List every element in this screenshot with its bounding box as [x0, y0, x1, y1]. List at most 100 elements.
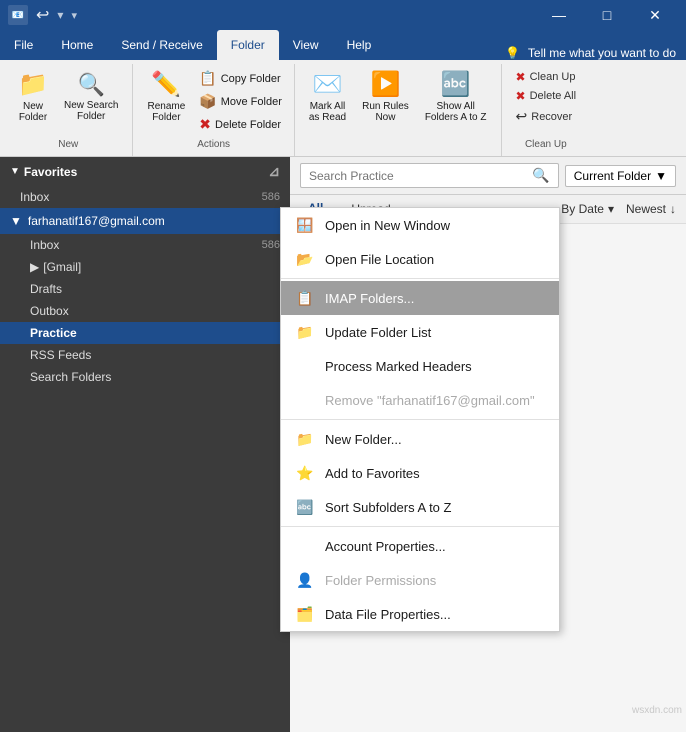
search-scope-arrow: ▼: [655, 169, 667, 183]
run-rules-button[interactable]: ▶️ Run RulesNow: [356, 68, 415, 124]
recover-button[interactable]: ↩ Recover: [510, 106, 583, 127]
context-menu-item-process-marked[interactable]: Process Marked Headers: [281, 349, 559, 383]
sort-newest-button[interactable]: Newest ↓: [626, 202, 676, 216]
add-favorites-label: Add to Favorites: [325, 466, 420, 481]
context-menu-item-data-file-properties[interactable]: 🗂️Data File Properties...: [281, 597, 559, 631]
copy-icon: 📋: [199, 70, 216, 87]
search-scope-dropdown[interactable]: Current Folder ▼: [565, 165, 676, 187]
minimize-button[interactable]: —: [536, 0, 582, 30]
context-menu-item-open-file-location[interactable]: 📂 Open File Location: [281, 242, 559, 276]
group-new-label: New: [58, 135, 78, 152]
open-file-location-icon: 📂: [295, 249, 315, 269]
context-menu: 🪟 Open in New Window 📂 Open File Location 📋I…: [280, 207, 560, 632]
rename-label: RenameFolder: [147, 101, 185, 123]
ribbon: 📁 NewFolder 🔍 New SearchFolder New ✏️ Re…: [0, 60, 686, 157]
copy-folder-button[interactable]: 📋 Copy Folder: [195, 68, 286, 89]
favorites-header[interactable]: ▼ Favorites ⊿: [0, 157, 290, 186]
ribbon-group-cleanup: ✖ Clean Up ✖ Delete All ↩ Recover Clean …: [502, 64, 591, 156]
delete-folder-button[interactable]: ✖ Delete Folder: [195, 114, 286, 135]
show-all-label: Show AllFolders A to Z: [425, 101, 487, 123]
watermark: wsxdn.com: [632, 705, 682, 716]
redo-button[interactable]: ▾: [57, 8, 63, 22]
quick-access-customize[interactable]: ▾: [71, 9, 77, 22]
move-icon: 📦: [199, 93, 216, 110]
gmail-label: [Gmail]: [43, 260, 81, 274]
new-folder-label: New Folder...: [325, 432, 402, 447]
search-scope-label: Current Folder: [574, 169, 651, 183]
context-menu-item-imap-folders[interactable]: 📋IMAP Folders...: [281, 281, 559, 315]
maximize-button[interactable]: □: [584, 0, 630, 30]
sidebar-item-search-folders[interactable]: Search Folders: [0, 366, 290, 388]
sort-subfolders-label: Sort Subfolders A to Z: [325, 500, 451, 515]
sidebar-item-drafts[interactable]: Drafts: [0, 278, 290, 300]
open-file-location-label: Open File Location: [325, 252, 434, 267]
show-all-folders-button[interactable]: 🔤 Show AllFolders A to Z: [419, 68, 493, 124]
context-menu-item-update-folder-list[interactable]: 📁Update Folder List: [281, 315, 559, 349]
sort-by-date-button[interactable]: By Date ▾: [561, 202, 614, 216]
undo-button[interactable]: ↩: [36, 5, 49, 25]
sidebar-item-gmail[interactable]: ▶ [Gmail]: [0, 256, 290, 278]
tab-help[interactable]: Help: [333, 30, 386, 60]
context-menu-item-sort-subfolders[interactable]: 🔤 Sort Subfolders A to Z: [281, 490, 559, 524]
mark-all-read-button[interactable]: ✉️ Mark Allas Read: [303, 68, 352, 124]
tab-view[interactable]: View: [279, 30, 333, 60]
main-content: 🔍 Current Folder ▼ All Unread By Date ▾ …: [290, 157, 686, 732]
context-menu-item-account-properties[interactable]: Account Properties...: [281, 529, 559, 563]
context-menu-item-new-folder[interactable]: 📁New Folder...: [281, 422, 559, 456]
new-folder-icon: 📁: [18, 70, 48, 99]
favorites-label: Favorites: [24, 165, 77, 179]
ribbon-search-text[interactable]: Tell me what you want to do: [528, 46, 676, 60]
open-new-window-label: Open in New Window: [325, 218, 450, 233]
new-search-folder-button[interactable]: 🔍 New SearchFolder: [58, 68, 124, 124]
context-menu-item-open-new-window[interactable]: 🪟 Open in New Window: [281, 208, 559, 242]
delete-all-button[interactable]: ✖ Delete All: [510, 87, 583, 105]
remove-account-label: Remove "farhanatif167@gmail.com": [325, 393, 535, 408]
remove-account-icon: [295, 390, 315, 410]
run-rules-label: Run RulesNow: [362, 101, 409, 123]
sidebar-account[interactable]: ▼ farhanatif167@gmail.com: [0, 208, 290, 234]
account-inbox-badge: 586: [262, 239, 280, 251]
tab-file[interactable]: File: [0, 30, 47, 60]
sidebar-item-rss[interactable]: RSS Feeds: [0, 344, 290, 366]
rename-folder-button[interactable]: ✏️ RenameFolder: [141, 68, 191, 124]
delete-all-label: Delete All: [530, 90, 576, 102]
data-file-properties-icon: 🗂️: [295, 604, 315, 624]
new-folder-label: NewFolder: [19, 101, 47, 123]
separator2: [281, 419, 559, 420]
cleanup-label: Clean Up: [530, 71, 576, 83]
app-body: ▼ Favorites ⊿ Inbox 586 ▼ farhanatif167@…: [0, 157, 686, 732]
delete-icon: ✖: [199, 116, 211, 133]
new-folder-button[interactable]: 📁 NewFolder: [12, 68, 54, 124]
sort-subfolders-icon: 🔤: [295, 497, 315, 517]
app-icon: 📧: [8, 5, 28, 25]
search-input-wrapper: 🔍: [300, 163, 559, 188]
ribbon-search: 💡 Tell me what you want to do: [505, 46, 686, 60]
separator3: [281, 526, 559, 527]
open-new-window-icon: 🪟: [295, 215, 315, 235]
mark-all-icon: ✉️: [313, 70, 343, 99]
tab-folder[interactable]: Folder: [217, 30, 279, 60]
sidebar-item-inbox[interactable]: Inbox 586: [0, 234, 290, 256]
sidebar-item-practice[interactable]: Practice: [0, 322, 290, 344]
rss-label: RSS Feeds: [30, 348, 91, 362]
mark-buttons: ✉️ Mark Allas Read ▶️ Run RulesNow 🔤 Sho…: [303, 68, 493, 146]
search-input[interactable]: [309, 169, 532, 183]
delete-all-icon: ✖: [516, 89, 526, 103]
close-button[interactable]: ✕: [632, 0, 678, 30]
context-menu-item-add-favorites[interactable]: ⭐Add to Favorites: [281, 456, 559, 490]
sidebar-item-outbox[interactable]: Outbox: [0, 300, 290, 322]
ribbon-group-mark: ✉️ Mark Allas Read ▶️ Run RulesNow 🔤 Sho…: [295, 64, 502, 156]
cleanup-button[interactable]: ✖ Clean Up: [510, 68, 583, 86]
ribbon-tabs: File Home Send / Receive Folder View Hel…: [0, 30, 686, 60]
context-menu-item-remove-account: Remove "farhanatif167@gmail.com": [281, 383, 559, 417]
sort-label: By Date: [561, 202, 604, 216]
sidebar-collapse-button[interactable]: ⊿: [268, 163, 280, 180]
tab-send-receive[interactable]: Send / Receive: [107, 30, 216, 60]
tab-home[interactable]: Home: [47, 30, 107, 60]
sort-arrow: ▾: [608, 202, 614, 216]
inbox-favorites-badge: 586: [262, 191, 280, 203]
move-folder-button[interactable]: 📦 Move Folder: [195, 91, 286, 112]
sidebar-item-inbox-favorites[interactable]: Inbox 586: [0, 186, 290, 208]
move-label: Move Folder: [221, 96, 282, 108]
ribbon-group-actions: ✏️ RenameFolder 📋 Copy Folder 📦 Move Fol…: [133, 64, 294, 156]
